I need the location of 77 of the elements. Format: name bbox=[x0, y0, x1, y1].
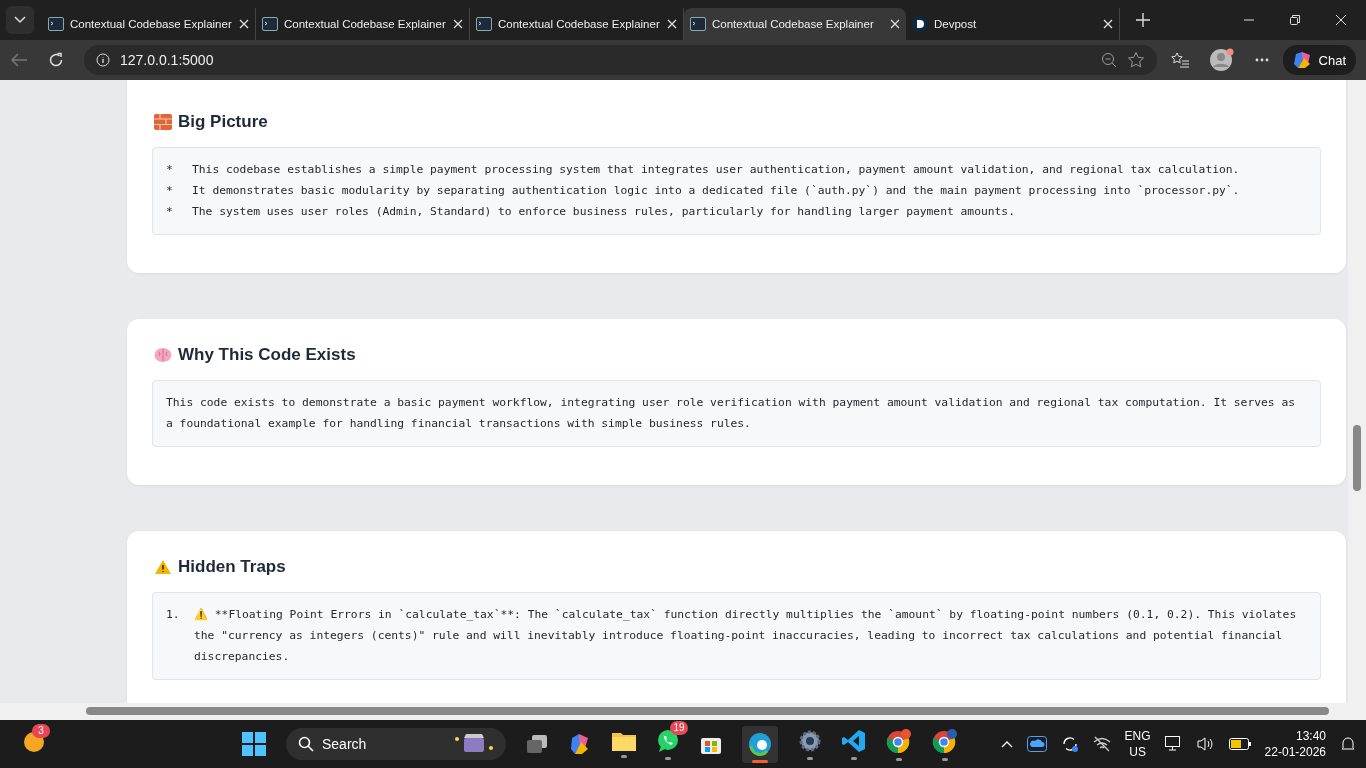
profile-avatar-icon[interactable] bbox=[1208, 47, 1235, 73]
chat-button[interactable]: Chat bbox=[1282, 45, 1356, 75]
close-icon[interactable] bbox=[1103, 19, 1113, 29]
battery-icon[interactable] bbox=[1228, 738, 1251, 750]
star-icon[interactable] bbox=[1126, 51, 1145, 69]
terminal-icon bbox=[262, 17, 278, 31]
zoom-out-icon[interactable] bbox=[1100, 52, 1117, 68]
close-icon[interactable] bbox=[1336, 15, 1346, 25]
chrome-profile-icon[interactable] bbox=[886, 727, 912, 754]
speaker-icon[interactable] bbox=[1196, 736, 1215, 752]
list-marker: * bbox=[166, 183, 174, 199]
gear-icon[interactable] bbox=[798, 728, 822, 753]
reload-icon[interactable] bbox=[48, 52, 64, 68]
close-icon[interactable] bbox=[890, 19, 900, 29]
clock-date[interactable]: 22-01-2026 bbox=[1264, 744, 1326, 760]
notification-badge: 19 bbox=[670, 720, 688, 735]
browser-tab[interactable]: Contextual Codebase Explainer bbox=[684, 8, 906, 40]
list-marker: 1. bbox=[166, 607, 181, 623]
tab-title: Devpost bbox=[934, 18, 978, 30]
search-field[interactable]: Search bbox=[286, 728, 506, 760]
section-title: Hidden Traps bbox=[178, 557, 286, 577]
search-icon bbox=[298, 736, 314, 752]
close-icon[interactable] bbox=[239, 19, 249, 29]
terminal-icon bbox=[476, 17, 492, 31]
close-icon[interactable] bbox=[667, 19, 677, 29]
tab-list-button[interactable] bbox=[6, 6, 34, 34]
cloud-icon[interactable] bbox=[1026, 736, 1047, 752]
clapperboard-icon bbox=[452, 733, 496, 755]
notification-bell-icon[interactable] bbox=[1340, 736, 1356, 752]
language-text[interactable]: ENG bbox=[1124, 728, 1151, 744]
sync-icon[interactable] bbox=[1060, 735, 1079, 753]
back-icon[interactable] bbox=[10, 53, 28, 67]
new-tab-icon[interactable] bbox=[1136, 13, 1150, 27]
display-icon[interactable] bbox=[1164, 736, 1183, 752]
network-off-icon[interactable] bbox=[1092, 736, 1111, 752]
address-bar[interactable]: 127.0.0.1:5000 bbox=[84, 45, 1157, 75]
favorites-icon[interactable] bbox=[1170, 52, 1189, 68]
close-icon[interactable] bbox=[453, 19, 463, 29]
vertical-scrollbar[interactable] bbox=[1348, 80, 1366, 703]
folder-icon[interactable] bbox=[612, 730, 636, 751]
horizontal-scrollbar[interactable] bbox=[0, 703, 1366, 720]
scroll-thumb[interactable] bbox=[1353, 425, 1361, 491]
region-text[interactable]: US bbox=[1129, 744, 1146, 760]
copilot-icon bbox=[1292, 50, 1313, 70]
brick-wall-icon bbox=[154, 114, 172, 130]
brain-icon bbox=[154, 347, 172, 363]
list-marker: * bbox=[166, 162, 174, 178]
task-view-icon[interactable] bbox=[526, 734, 548, 754]
notification-badge: 3 bbox=[32, 724, 50, 738]
info-icon[interactable] bbox=[96, 53, 110, 67]
code-editor-icon[interactable] bbox=[842, 728, 866, 753]
list-item-text: The system uses user roles (Admin, Standard) to enforce business rules, particularly for handling larger payment amounts. bbox=[192, 204, 1015, 220]
paragraph-text: This code exists to demonstrate a basic payment workflow, integrating user role verification with payment amount validation and regional tax computation. It serves as a foundational example for handling financial transactions with simple business rules. bbox=[166, 395, 1297, 432]
chrome-profile-icon[interactable] bbox=[932, 727, 958, 754]
clock-time[interactable]: 13:40 bbox=[1295, 728, 1326, 744]
tab-title: Contextual Codebase Explainer bbox=[70, 18, 233, 30]
terminal-icon bbox=[48, 17, 64, 31]
section-title: Why This Code Exists bbox=[178, 345, 356, 365]
tab-title: Contextual Codebase Explainer bbox=[498, 18, 661, 30]
warning-icon bbox=[154, 559, 172, 575]
scroll-thumb[interactable] bbox=[86, 707, 1329, 715]
list-marker: * bbox=[166, 204, 174, 220]
tab-title: Contextual Codebase Explainer bbox=[284, 18, 447, 30]
edge-browser-icon[interactable] bbox=[748, 731, 772, 756]
more-icon[interactable] bbox=[1254, 58, 1269, 62]
restore-icon[interactable] bbox=[1290, 15, 1300, 25]
section-title: Big Picture bbox=[178, 112, 268, 132]
list-item-text: This codebase establishes a simple payment processing system that integrates user authentication, payment amount validation, and regional tax calculation. bbox=[192, 162, 1240, 178]
url-text: 127.0.0.1:5000 bbox=[120, 52, 214, 68]
chevron-up-icon[interactable] bbox=[1000, 740, 1013, 748]
windows-start-icon[interactable] bbox=[242, 732, 266, 756]
devpost-icon bbox=[912, 16, 928, 32]
list-item-text: It demonstrates basic modularity by separating authentication logic into a dedicated file (`auth.py`) and the main payment processing into `processor.py`. bbox=[192, 183, 1240, 199]
chevron-down-icon bbox=[14, 16, 26, 24]
list-item-text: ⚠ **Floating Point Errors in `calculate_tax`**: The `calculate_tax` function directly multiplies the `amount` by floating-point numbers (0.1, 0.2). This violates the "currency as integers (cents)" rule and will inevitably introduce floating-point inaccuracies, leading to incorrect tax calculations and potential financial discrepancies. bbox=[194, 607, 1298, 665]
tab-title: Contextual Codebase Explainer bbox=[712, 18, 875, 30]
terminal-icon bbox=[690, 17, 706, 31]
